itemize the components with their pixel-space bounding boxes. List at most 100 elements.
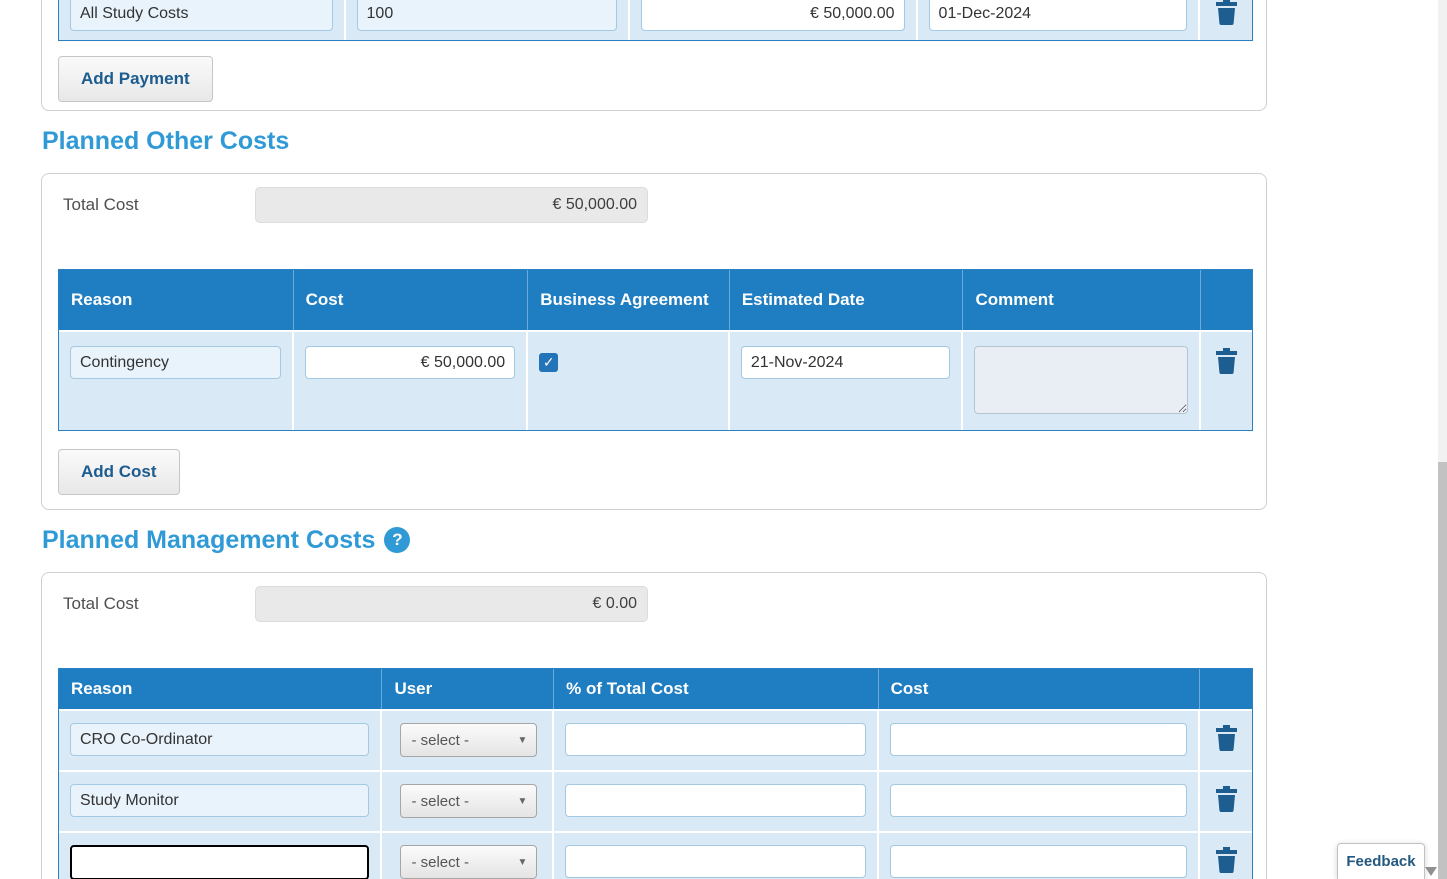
- table-row: [59, 0, 1252, 40]
- chevron-down-icon: ▼: [517, 856, 528, 868]
- help-icon[interactable]: ?: [384, 527, 411, 553]
- table-row: - select - ▼: [59, 709, 1252, 770]
- header-business-agreement: Business Agreement: [528, 270, 730, 330]
- payment-date-cell: [917, 0, 1201, 40]
- user-cell: - select - ▼: [382, 772, 555, 831]
- add-cost-button[interactable]: Add Cost: [58, 449, 180, 495]
- delete-management-cost-button[interactable]: [1213, 723, 1240, 756]
- trash-icon: [1215, 847, 1237, 873]
- payment-amount-cell: [630, 0, 918, 40]
- other-cost-reason-input[interactable]: [70, 346, 281, 379]
- trash-icon: [1216, 348, 1237, 374]
- heading-text: Planned Other Costs: [42, 127, 290, 155]
- planned-management-costs-heading: Planned Management Costs ?: [42, 525, 1447, 555]
- header-actions: [1200, 669, 1252, 709]
- management-reason-input[interactable]: [70, 784, 370, 817]
- payment-amount-input[interactable]: [641, 0, 905, 31]
- total-cost-value: [255, 187, 648, 223]
- management-cost-input[interactable]: [889, 845, 1188, 878]
- heading-text: Planned Management Costs: [42, 526, 376, 554]
- cost-cell: [878, 711, 1201, 770]
- percent-of-total-input[interactable]: [565, 784, 866, 817]
- comment-textarea[interactable]: [974, 346, 1189, 414]
- header-actions: [1201, 270, 1252, 330]
- management-reason-input-focused[interactable]: [70, 845, 370, 879]
- business-agreement-cell: ✓: [528, 332, 730, 430]
- table-header-row: Reason Cost Business Agreement Estimated…: [59, 270, 1252, 330]
- scrollbar-thumb[interactable]: [1438, 462, 1447, 879]
- total-cost-row: Total Cost: [63, 586, 1251, 622]
- select-value: - select -: [411, 853, 469, 871]
- trash-icon: [1215, 786, 1237, 812]
- header-reason: Reason: [59, 270, 294, 330]
- estimated-date-input[interactable]: [740, 346, 951, 379]
- header-percent-of-total-cost: % of Total Cost: [554, 669, 879, 709]
- user-select[interactable]: - select - ▼: [400, 723, 538, 757]
- payment-date-input[interactable]: [928, 0, 1188, 31]
- payment-reason-cell: [59, 0, 346, 40]
- planned-other-costs-panel: Total Cost Reason Cost Business Agreemen…: [41, 173, 1267, 510]
- business-agreement-checkbox[interactable]: ✓: [539, 353, 559, 372]
- percent-of-total-input[interactable]: [565, 723, 866, 756]
- percent-cell: [554, 772, 879, 831]
- total-cost-label: Total Cost: [63, 195, 139, 214]
- percent-of-total-input[interactable]: [565, 845, 866, 878]
- user-cell: - select - ▼: [382, 833, 555, 879]
- page: Add Payment Planned Other Costs Total Co…: [0, 0, 1447, 879]
- management-reason-input[interactable]: [70, 723, 370, 756]
- cost-cell: [878, 833, 1201, 879]
- payments-table: [58, 0, 1253, 41]
- chevron-down-icon: ▼: [517, 795, 528, 807]
- total-cost-value: [255, 586, 648, 622]
- payment-percent-input[interactable]: [356, 0, 618, 31]
- total-cost-row: Total Cost: [63, 187, 1251, 223]
- delete-management-cost-button[interactable]: [1213, 784, 1240, 817]
- select-value: - select -: [411, 792, 469, 810]
- header-estimated-date: Estimated Date: [730, 270, 964, 330]
- user-select[interactable]: - select - ▼: [400, 784, 538, 818]
- management-cost-input[interactable]: [889, 784, 1188, 817]
- comment-cell: [963, 332, 1202, 430]
- reason-cell: [59, 711, 383, 770]
- scroll-down-arrow-icon[interactable]: [1425, 867, 1437, 876]
- table-row: - select - ▼: [59, 770, 1252, 831]
- table-row: - select - ▼: [59, 831, 1252, 879]
- delete-other-cost-button[interactable]: [1213, 346, 1240, 379]
- delete-cell: [1200, 833, 1252, 879]
- header-cost: Cost: [879, 669, 1201, 709]
- payment-reason-input[interactable]: [70, 0, 333, 31]
- planned-other-costs-heading: Planned Other Costs: [42, 126, 1447, 156]
- table-row: ✓: [59, 330, 1252, 430]
- reason-cell: [59, 332, 294, 430]
- header-reason: Reason: [59, 669, 383, 709]
- total-cost-label: Total Cost: [63, 594, 139, 613]
- payment-percent-cell: [345, 0, 631, 40]
- select-value: - select -: [411, 731, 469, 749]
- delete-cell: [1200, 772, 1252, 831]
- percent-cell: [554, 833, 879, 879]
- delete-cell: [1201, 332, 1252, 430]
- other-cost-amount-input[interactable]: [304, 346, 516, 379]
- percent-cell: [554, 711, 879, 770]
- trash-icon: [1215, 725, 1237, 751]
- scrollbar[interactable]: [1438, 0, 1447, 879]
- trash-icon: [1215, 0, 1237, 26]
- user-select[interactable]: - select - ▼: [400, 845, 538, 879]
- reason-cell: [59, 772, 383, 831]
- header-comment: Comment: [963, 270, 1202, 330]
- feedback-button[interactable]: Feedback: [1337, 843, 1425, 879]
- header-cost: Cost: [294, 270, 529, 330]
- management-cost-input[interactable]: [889, 723, 1188, 756]
- cost-cell: [293, 332, 529, 430]
- delete-cell: [1200, 711, 1252, 770]
- header-user: User: [382, 669, 555, 709]
- delete-management-cost-button[interactable]: [1213, 845, 1240, 878]
- table-header-row: Reason User % of Total Cost Cost: [59, 669, 1252, 709]
- planned-management-costs-panel: Total Cost Reason User % of Total Cost C…: [41, 572, 1267, 879]
- cost-cell: [878, 772, 1201, 831]
- add-payment-button[interactable]: Add Payment: [58, 56, 213, 102]
- delete-payment-button[interactable]: [1213, 0, 1240, 30]
- planned-payments-panel: Add Payment: [41, 0, 1267, 111]
- other-costs-table: Reason Cost Business Agreement Estimated…: [58, 269, 1253, 431]
- chevron-down-icon: ▼: [517, 734, 528, 746]
